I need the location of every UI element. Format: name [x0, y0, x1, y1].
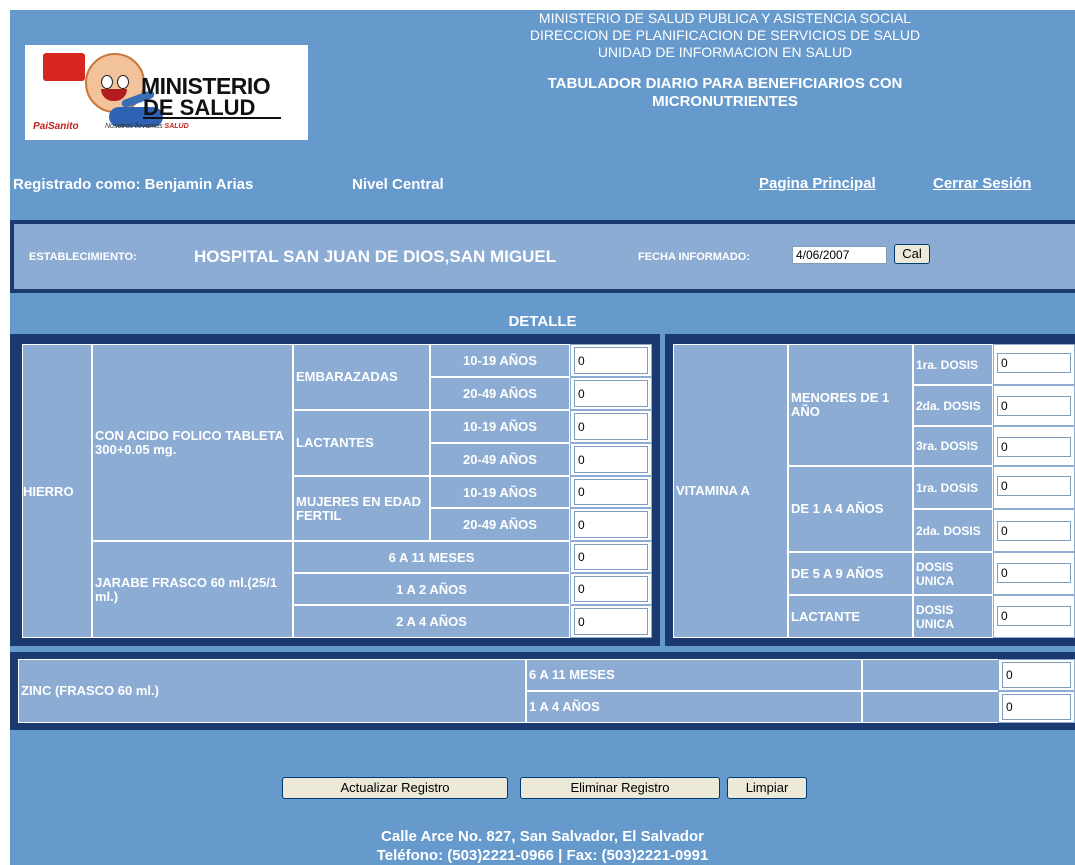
age-label: 20-49 AÑOS	[430, 377, 570, 410]
ministerio-logo: MINISTERIO DE SALUD PaiSanito Nosotros l…	[25, 45, 308, 140]
vitamina-input[interactable]	[997, 396, 1071, 416]
header-block: MINISTERIO DE SALUD PUBLICA Y ASISTENCIA…	[405, 10, 1045, 111]
hierro-input[interactable]	[574, 380, 648, 407]
logo-brand: PaiSanito	[33, 121, 79, 132]
page: MINISTERIO DE SALUD PaiSanito Nosotros l…	[0, 0, 1075, 865]
date-label: FECHA INFORMADO:	[638, 251, 751, 263]
hierro-input[interactable]	[574, 413, 648, 440]
hierro-input[interactable]	[574, 511, 648, 538]
hierro-input[interactable]	[574, 347, 648, 374]
acido-folico-label: CON ACIDO FOLICO TABLETA 300+0.05 mg.	[92, 344, 293, 541]
footer-phone: Teléfono: (503)2221-0966 | Fax: (503)222…	[376, 847, 709, 864]
clear-button[interactable]: Limpiar	[727, 777, 807, 799]
dosis-label: 1ra. DOSIS	[913, 344, 993, 385]
vitamina-input[interactable]	[997, 521, 1071, 541]
vitamina-input[interactable]	[997, 563, 1071, 583]
logout-link[interactable]: Cerrar Sesión	[933, 175, 1031, 192]
vitamina-a-label: VITAMINA A	[673, 344, 788, 638]
header-line1: MINISTERIO DE SALUD PUBLICA Y ASISTENCIA…	[538, 10, 912, 26]
zinc-input[interactable]	[1002, 662, 1071, 688]
registered-user: Registrado como: Benjamin Arias	[13, 176, 254, 193]
hierro-input[interactable]	[574, 479, 648, 505]
dosis-label: 2da. DOSIS	[913, 385, 993, 426]
vitamina-a-table: VITAMINA A MENORES DE 1 AÑO DE 1 A 4 AÑO…	[665, 334, 1075, 646]
hierro-input[interactable]	[574, 608, 648, 635]
jarabe-age-label: 1 A 2 AÑOS	[293, 573, 570, 605]
update-record-button[interactable]: Actualizar Registro	[282, 777, 508, 799]
dosis-label: DOSIS UNICA	[913, 552, 993, 595]
lactantes-label: LACTANTES	[293, 410, 430, 476]
dosis-label: 1ra. DOSIS	[913, 466, 993, 509]
zinc-table: ZINC (FRASCO 60 ml.) 6 A 11 MESES 1 A 4 …	[10, 652, 1075, 730]
header-line3: UNIDAD DE INFORMACION EN SALUD	[597, 44, 853, 60]
logo-text-line1: MINISTERIO	[141, 73, 271, 99]
page-title-line1: TABULADOR DIARIO PARA BENEFICIARIOS CON	[547, 75, 903, 92]
zinc-input[interactable]	[1002, 694, 1071, 720]
logo-slogan: Nosotros llevamos SALUD	[105, 123, 189, 130]
lactante-label: LACTANTE	[788, 595, 913, 638]
jarabe-label: JARABE FRASCO 60 ml.(25/1 ml.)	[92, 541, 293, 638]
zinc-age-label: 6 A 11 MESES	[526, 659, 862, 691]
age-label: 10-19 AÑOS	[430, 410, 570, 443]
de-5-a-9-label: DE 5 A 9 AÑOS	[788, 552, 913, 595]
hierro-input[interactable]	[574, 544, 648, 570]
dosis-label: 3ra. DOSIS	[913, 426, 993, 466]
dosis-label: DOSIS UNICA	[913, 595, 993, 638]
vitamina-input[interactable]	[997, 606, 1071, 626]
calendar-button[interactable]: Cal	[894, 244, 930, 264]
hierro-label: HIERRO	[22, 344, 92, 638]
age-label: 20-49 AÑOS	[430, 508, 570, 541]
hierro-input[interactable]	[574, 446, 648, 473]
jarabe-age-label: 6 A 11 MESES	[293, 541, 570, 573]
embarazadas-label: EMBARAZADAS	[293, 344, 430, 410]
dosis-label: 2da. DOSIS	[913, 509, 993, 552]
logo-text-line2: DE SALUD	[143, 95, 256, 120]
detail-title: DETALLE	[508, 313, 577, 330]
vitamina-input[interactable]	[997, 353, 1071, 373]
header-line2: DIRECCION DE PLANIFICACION DE SERVICIOS …	[529, 27, 921, 43]
vitamina-input[interactable]	[997, 437, 1071, 457]
menores-label: MENORES DE 1 AÑO	[788, 344, 913, 466]
mujeres-label: MUJERES EN EDAD FERTIL	[293, 476, 430, 541]
user-level: Nivel Central	[352, 176, 444, 193]
main-panel: MINISTERIO DE SALUD PaiSanito Nosotros l…	[10, 10, 1075, 865]
mascot-icon	[85, 53, 145, 113]
establishment-label: ESTABLECIMIENTO:	[29, 251, 137, 263]
zinc-age-label: 1 A 4 AÑOS	[526, 691, 862, 723]
home-link[interactable]: Pagina Principal	[759, 175, 876, 192]
age-label: 10-19 AÑOS	[430, 476, 570, 508]
age-label: 10-19 AÑOS	[430, 344, 570, 377]
zinc-label: ZINC (FRASCO 60 ml.)	[18, 659, 526, 723]
footer-address: Calle Arce No. 827, San Salvador, El Sal…	[381, 828, 704, 845]
date-input[interactable]	[792, 246, 887, 264]
vitamina-input[interactable]	[997, 476, 1071, 496]
delete-record-button[interactable]: Eliminar Registro	[520, 777, 720, 799]
page-title-line2: MICRONUTRIENTES	[652, 93, 798, 110]
age-label: 20-49 AÑOS	[430, 443, 570, 476]
establishment-value: HOSPITAL SAN JUAN DE DIOS,SAN MIGUEL	[194, 247, 557, 266]
de-1-a-4-label: DE 1 A 4 AÑOS	[788, 466, 913, 552]
hierro-table: HIERRO CON ACIDO FOLICO TABLETA 300+0.05…	[10, 334, 660, 646]
establishment-bar: ESTABLECIMIENTO: HOSPITAL SAN JUAN DE DI…	[10, 220, 1075, 293]
hierro-input[interactable]	[574, 576, 648, 602]
jarabe-age-label: 2 A 4 AÑOS	[293, 605, 570, 638]
flag-icon	[43, 53, 85, 81]
